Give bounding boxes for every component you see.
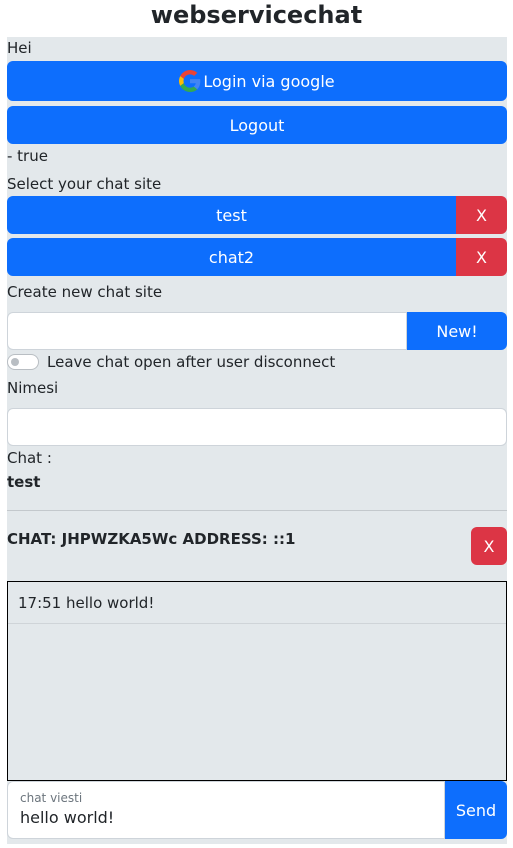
name-input[interactable] [7,408,507,446]
select-site-label: Select your chat site [7,175,162,193]
site-row-chat2: chat2 X [7,238,507,276]
chat-header: CHAT: JHPWZKA5Wc ADDRESS: ::1 [7,530,296,548]
status-text: - true [7,147,48,165]
leave-open-toggle[interactable] [7,354,39,370]
new-site-button[interactable]: New! [407,312,507,350]
name-label: Nimesi [7,379,59,397]
toggle-knob [11,358,19,366]
message-input-label: chat viesti [20,791,83,805]
chat-messages[interactable]: 17:51 hello world! [7,581,507,781]
message-input-value: hello world! [20,808,115,827]
greeting-text: Hei [7,39,32,57]
main-panel: Hei Login via google Logout - true Selec… [7,37,507,844]
logout-button[interactable]: Logout [7,106,507,144]
message-item: 17:51 hello world! [8,582,506,624]
send-button[interactable]: Send [445,781,507,839]
google-g-icon [179,70,201,92]
message-input[interactable]: chat viesti hello world! [7,781,445,839]
new-site-input[interactable] [7,312,407,350]
current-chat-name: test [7,473,41,491]
toggle-label: Leave chat open after user disconnect [47,353,336,371]
site-button-chat2[interactable]: chat2 [7,238,456,276]
message-composer: chat viesti hello world! Send [7,781,507,839]
delete-site-button-test[interactable]: X [456,196,507,234]
login-label: Login via google [203,71,335,91]
site-row-test: test X [7,196,507,234]
divider [7,510,507,511]
chat-label: Chat : [7,449,52,467]
app-title: webservicechat [150,1,363,29]
login-google-button[interactable]: Login via google [7,61,507,101]
create-site-label: Create new chat site [7,283,163,301]
delete-site-button-chat2[interactable]: X [456,238,507,276]
close-chat-button[interactable]: X [471,527,507,565]
site-button-test[interactable]: test [7,196,456,234]
